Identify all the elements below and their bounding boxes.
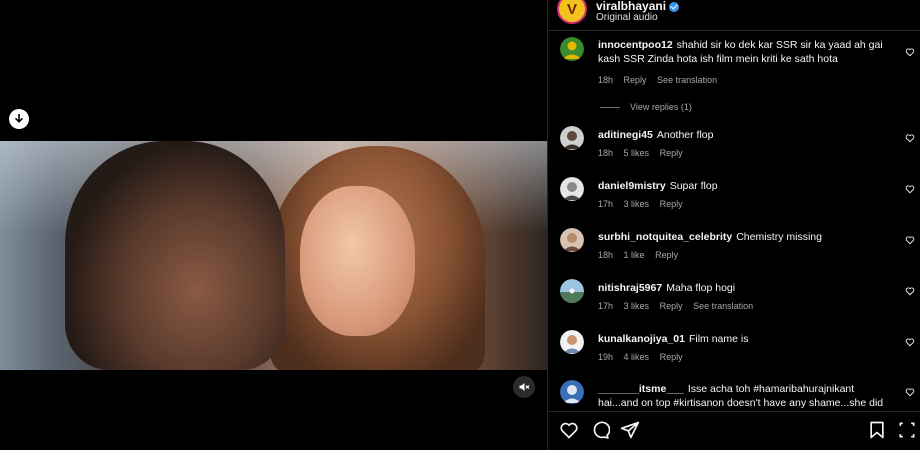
comments-panel: V viralbhayani Original audio innocentpo… bbox=[547, 0, 920, 450]
comment-username[interactable]: aditinegi45 bbox=[598, 129, 653, 141]
post-actions-bar bbox=[548, 418, 920, 444]
commenter-avatar[interactable] bbox=[560, 177, 584, 201]
comment-username[interactable]: nitishraj5967 bbox=[598, 282, 662, 294]
reply-button[interactable]: Reply bbox=[660, 148, 683, 158]
comment-text: Another flop bbox=[656, 129, 714, 141]
commenter-avatar[interactable] bbox=[560, 126, 584, 150]
commenter-avatar[interactable] bbox=[560, 279, 584, 303]
comment-icon[interactable] bbox=[590, 420, 610, 440]
heart-icon[interactable] bbox=[905, 286, 915, 296]
comment-text: Supar flop bbox=[669, 180, 718, 192]
heart-icon[interactable] bbox=[905, 337, 915, 347]
heart-icon[interactable] bbox=[905, 47, 915, 57]
mute-icon bbox=[519, 383, 530, 391]
comment-meta: 18h 5 likes Reply bbox=[598, 148, 691, 158]
comment-text-block: nitishraj5967 Maha flop hogi bbox=[598, 281, 888, 295]
view-replies-label: View replies (1) bbox=[630, 102, 692, 112]
reply-button[interactable]: Reply bbox=[660, 199, 683, 209]
commenter-avatar[interactable] bbox=[560, 330, 584, 354]
comment-text-block: _______itsme___ Isse acha toh #hamaribahu… bbox=[598, 382, 888, 410]
share-icon[interactable] bbox=[620, 420, 640, 440]
heart-icon[interactable] bbox=[905, 184, 915, 194]
comment-username[interactable]: innocentpoo12 bbox=[598, 39, 673, 51]
comment-text: Chemistry missing bbox=[736, 231, 822, 243]
commenter-avatar[interactable] bbox=[560, 380, 584, 404]
comment-meta: 19h 4 likes Reply bbox=[598, 352, 691, 362]
comment-time[interactable]: 18h bbox=[598, 148, 613, 158]
comment-username[interactable]: kunalkanojiya_01 bbox=[598, 333, 685, 345]
commenter-avatar[interactable] bbox=[560, 228, 584, 252]
mute-button[interactable] bbox=[513, 376, 535, 398]
comment-time[interactable]: 17h bbox=[598, 301, 613, 311]
comment-meta: 17h 3 likes Reply See translation bbox=[598, 301, 761, 311]
comment-text-block: kunalkanojiya_01 Film name is bbox=[598, 332, 888, 346]
reply-button[interactable]: Reply bbox=[655, 250, 678, 260]
heart-icon[interactable] bbox=[559, 420, 579, 440]
comment-time[interactable]: 19h bbox=[598, 352, 613, 362]
comments-list: innocentpoo12 shahid sir ko dek kar SSR s… bbox=[548, 31, 920, 411]
comment-text-block: innocentpoo12 shahid sir ko dek kar SSR s… bbox=[598, 38, 888, 66]
comment-text-block: surbhi_notquitea_celebrity Chemistry miss… bbox=[598, 230, 888, 244]
comment-time[interactable]: 18h bbox=[598, 75, 613, 85]
audio-label[interactable]: Original audio bbox=[596, 12, 658, 23]
comment-likes[interactable]: 3 likes bbox=[624, 199, 650, 209]
reply-button[interactable]: Reply bbox=[660, 352, 683, 362]
post-header: V viralbhayani Original audio bbox=[548, 0, 920, 30]
author-avatar[interactable]: V bbox=[557, 0, 587, 24]
see-translation-button[interactable]: See translation bbox=[657, 75, 717, 85]
comment-username[interactable]: daniel9mistry bbox=[598, 180, 666, 192]
comment-time[interactable]: 18h bbox=[598, 250, 613, 260]
comment-username[interactable]: surbhi_notquitea_celebrity bbox=[598, 231, 732, 243]
view-replies-button[interactable]: View replies (1) bbox=[600, 102, 692, 112]
comment-likes[interactable]: 5 likes bbox=[624, 148, 650, 158]
download-icon bbox=[15, 113, 23, 123]
divider bbox=[548, 411, 920, 412]
more-icon[interactable] bbox=[897, 420, 917, 440]
media-pane bbox=[0, 0, 547, 450]
comment-username[interactable]: _______itsme___ bbox=[598, 383, 684, 395]
comment-text: Film name is bbox=[688, 333, 749, 345]
download-button[interactable] bbox=[9, 109, 29, 129]
comment-meta: 17h 3 likes Reply bbox=[598, 199, 691, 209]
verified-badge-icon bbox=[669, 1, 680, 12]
comment-text-block: aditinegi45 Another flop bbox=[598, 128, 888, 142]
video-figure-woman-face bbox=[300, 186, 415, 336]
comment-likes[interactable]: 4 likes bbox=[624, 352, 650, 362]
heart-icon[interactable] bbox=[905, 235, 915, 245]
comment-text-block: daniel9mistry Supar flop bbox=[598, 179, 888, 193]
comment-likes[interactable]: 1 like bbox=[624, 250, 645, 260]
heart-icon[interactable] bbox=[905, 387, 915, 397]
video-figure-man bbox=[65, 141, 285, 370]
video-player[interactable] bbox=[0, 141, 547, 370]
reply-button[interactable]: Reply bbox=[624, 75, 647, 85]
see-translation-button[interactable]: See translation bbox=[693, 301, 753, 311]
heart-icon[interactable] bbox=[905, 133, 915, 143]
comment-likes[interactable]: 3 likes bbox=[624, 301, 650, 311]
replies-dash bbox=[600, 106, 620, 108]
commenter-avatar[interactable] bbox=[560, 37, 584, 61]
comment-text: Maha flop hogi bbox=[666, 282, 736, 294]
bookmark-icon[interactable] bbox=[867, 420, 887, 440]
comment-meta: 18h 1 like Reply bbox=[598, 250, 686, 260]
reply-button[interactable]: Reply bbox=[660, 301, 683, 311]
comment-time[interactable]: 17h bbox=[598, 199, 613, 209]
comment-meta: 18h Reply See translation bbox=[598, 75, 725, 85]
